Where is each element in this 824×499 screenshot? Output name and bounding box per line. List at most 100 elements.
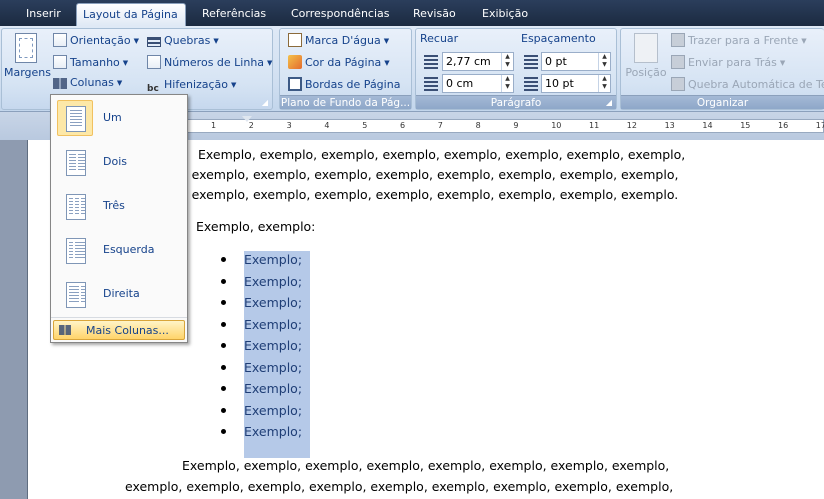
spinner-arrows-icon[interactable]: ▲ ▼	[501, 53, 513, 70]
group-label-paragrafo: Parágrafo	[416, 95, 616, 109]
numeros-linha-button[interactable]: Números de Linha ▼	[147, 53, 272, 73]
dropdown-caret-icon: ▼	[384, 59, 390, 67]
dropdown-caret-icon: ▼	[122, 59, 129, 67]
dropdown-caret-icon: ▼	[779, 59, 786, 67]
dropdown-caret-icon: ▼	[133, 37, 139, 45]
dropdown-caret-icon: ▼	[213, 37, 219, 45]
trazer-frente-button[interactable]: Trazer para a Frente ▼	[671, 31, 807, 51]
ruler-number: 1	[211, 121, 217, 130]
indent-left-value: 2,77 cm	[446, 55, 491, 68]
dropdown-caret-icon: ▼	[231, 81, 237, 89]
bordas-pagina-button[interactable]: Bordas de Página	[288, 75, 400, 95]
quebras-button[interactable]: Quebras ▼	[147, 31, 219, 51]
indent-left-icon	[424, 55, 438, 69]
bullet-icon	[221, 429, 226, 434]
tab-layout-pagina[interactable]: Layout da Página	[76, 3, 186, 26]
columns-option-label: Esquerda	[103, 243, 155, 256]
spacing-before-icon	[524, 55, 538, 69]
bullet-icon	[221, 386, 226, 391]
ruler-number: 4	[324, 121, 330, 130]
mais-colunas-button[interactable]: Mais Colunas...	[53, 320, 185, 340]
spacing-before-value: 0 pt	[545, 55, 567, 68]
horizontal-ruler[interactable]: 1 2 3 4 5 6 7 8 9 10 11 12 13 14 15 16 17	[110, 119, 824, 133]
bordas-pagina-label: Bordas de Página	[305, 78, 401, 91]
menu-separator	[51, 317, 187, 318]
spinner-arrows-icon[interactable]: ▲ ▼	[598, 75, 610, 92]
indent-right-icon	[424, 77, 438, 91]
columns-icon	[59, 325, 71, 335]
espacamento-label: Espaçamento	[521, 32, 596, 45]
quebras-label: Quebras	[164, 34, 211, 47]
ruler-number: 3	[286, 121, 292, 130]
bullet-icon	[221, 343, 226, 348]
text-wrap-icon	[671, 77, 685, 91]
columns-icon	[53, 78, 67, 89]
ruler-number: 6	[400, 121, 406, 130]
orientation-icon	[53, 33, 67, 47]
line-numbers-icon	[147, 55, 161, 69]
ruler-number: 14	[702, 121, 713, 130]
bring-forward-icon	[671, 33, 685, 47]
ruler-number: 16	[778, 121, 789, 130]
ribbon-tab-strip: Inserir Layout da Página Referências Cor…	[0, 0, 824, 26]
enviar-tras-button[interactable]: Enviar para Trás ▼	[671, 53, 785, 73]
list-item-text: Exemplo;	[244, 402, 303, 418]
columns-option-esquerda[interactable]: Esquerda	[53, 229, 185, 271]
para1-line2: o, exemplo, exemplo, exemplo, exemplo, e…	[176, 167, 679, 182]
ruler-number: 10	[551, 121, 562, 130]
indent-marker-icon[interactable]	[242, 116, 252, 122]
spinner-arrows-icon[interactable]: ▲ ▼	[598, 53, 610, 70]
group-plano-fundo: Marca D'água ▼ Cor da Página ▼ Bordas de P…	[279, 28, 412, 110]
columns-option-label: Um	[103, 111, 122, 124]
three-columns-icon	[57, 188, 93, 224]
cor-pagina-label: Cor da Página	[305, 56, 382, 69]
columns-option-um[interactable]: Um	[53, 97, 185, 139]
tab-exibicao[interactable]: Exibição	[476, 3, 534, 26]
hyphenation-icon: bc	[147, 84, 159, 94]
spinner-arrows-icon[interactable]: ▲ ▼	[501, 75, 513, 92]
marca-dagua-button[interactable]: Marca D'água ▼	[288, 31, 389, 51]
cor-pagina-button[interactable]: Cor da Página ▼	[288, 53, 390, 73]
spacing-after-input[interactable]: 10 pt ▲ ▼	[541, 74, 611, 93]
tab-referencias[interactable]: Referências	[196, 3, 272, 26]
recuar-label: Recuar	[420, 32, 459, 45]
columns-option-dois[interactable]: Dois	[53, 141, 185, 183]
dropdown-caret-icon: ▼	[267, 59, 273, 67]
margens-button[interactable]: Margens	[4, 33, 51, 79]
columns-option-label: Três	[103, 199, 125, 212]
spacing-after-icon	[524, 77, 538, 91]
tab-correspondencias[interactable]: Correspondências	[285, 3, 396, 26]
para2-line2: exemplo, exemplo, exemplo, exemplo, exem…	[125, 479, 674, 494]
list-item-text: Exemplo;	[244, 359, 303, 375]
columns-dropdown-menu: Um Dois Três Esquerda Direita Mais Colun…	[50, 94, 188, 343]
hifenizacao-button[interactable]: bc Hifenização ▼	[147, 75, 236, 95]
bullet-icon	[221, 300, 226, 305]
quebra-automatica-button[interactable]: Quebra Automática de Tex	[671, 75, 824, 95]
indent-left-input[interactable]: 2,77 cm ▲ ▼	[442, 52, 514, 71]
ruler-ticks: 1 2 3 4 5 6 7 8 9 10 11 12 13 14 15 16 17	[111, 120, 824, 132]
watermark-icon	[288, 33, 302, 47]
spacing-before-input[interactable]: 0 pt ▲ ▼	[541, 52, 611, 71]
tab-inserir[interactable]: Inserir	[20, 3, 67, 26]
left-column-icon	[57, 232, 93, 268]
dropdown-caret-icon: ▼	[801, 37, 807, 45]
para2-line1: Exemplo, exemplo, exemplo, exemplo, exem…	[182, 458, 670, 473]
orientacao-button[interactable]: Orientação ▼	[53, 31, 139, 51]
dialog-launcher-icon[interactable]: ◢	[604, 98, 614, 108]
two-columns-icon	[57, 144, 93, 180]
ruler-number: 17	[815, 121, 824, 130]
posicao-button[interactable]: Posição	[625, 33, 667, 79]
dialog-launcher-icon[interactable]: ◢	[260, 98, 270, 108]
columns-option-tres[interactable]: Três	[53, 185, 185, 227]
ruler-number: 9	[513, 121, 519, 130]
enviar-tras-label: Enviar para Trás	[688, 56, 777, 69]
send-backward-icon	[671, 55, 685, 69]
tab-revisao[interactable]: Revisão	[407, 3, 462, 26]
columns-option-direita[interactable]: Direita	[53, 273, 185, 315]
indent-right-input[interactable]: 0 cm ▲ ▼	[442, 74, 514, 93]
hifenizacao-label: Hifenização	[164, 78, 229, 91]
tamanho-button[interactable]: Tamanho ▼	[53, 53, 128, 73]
list-item-text: Exemplo;	[244, 273, 303, 289]
colunas-button[interactable]: Colunas ▼	[53, 73, 122, 93]
columns-option-label: Dois	[103, 155, 127, 168]
